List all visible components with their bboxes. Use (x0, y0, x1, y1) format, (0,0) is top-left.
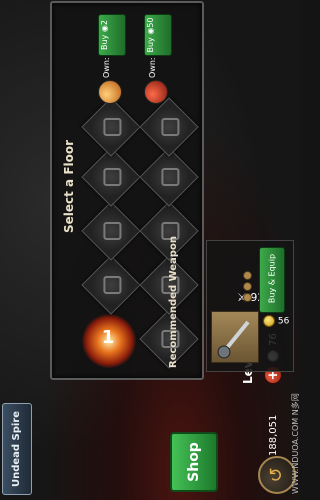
recommended-weapon-card: 56 ⚔ 92 Buy & Equip (206, 240, 294, 372)
weapon-thumbnail[interactable] (211, 311, 259, 363)
recommended-title: Recommended Weapon (168, 236, 179, 368)
star-icon (243, 293, 252, 302)
star-icon (243, 282, 252, 291)
lock-icon (161, 118, 180, 136)
potion-item-2: Own: 3 Buy ◉2 (94, 12, 152, 108)
potion-icon (98, 80, 122, 104)
star-icon (243, 271, 252, 280)
lock-icon (103, 276, 122, 294)
lock-icon (161, 168, 180, 186)
recommended-label-holder (205, 247, 225, 307)
weapon-price-value: 56 (277, 316, 290, 327)
location-tab[interactable]: Undead Spire (2, 403, 32, 495)
lock-icon (103, 168, 122, 186)
floor-tile-locked[interactable] (81, 255, 141, 315)
weapon-price: 56 (263, 315, 289, 327)
buy-potion-2-button[interactable]: Buy ◉2 (98, 14, 126, 56)
shop-button[interactable]: Shop (170, 432, 218, 492)
floor-1-active[interactable]: 1 (82, 314, 136, 368)
floor-number: 1 (101, 327, 115, 348)
buy-equip-label: Buy & Equip (267, 253, 277, 304)
weapon-icon (217, 320, 250, 359)
floor-tile-locked[interactable] (81, 201, 141, 261)
buy-equip-button[interactable]: Buy & Equip (259, 247, 285, 313)
lock-icon (103, 118, 122, 136)
floor-select-title: Select a Floor (62, 139, 76, 233)
back-arrow-icon: ↺ (266, 467, 287, 483)
coin-icon (263, 315, 275, 327)
shop-side-column: Own: 4 Buy ◉50 Own: 3 Buy ◉2 (52, 8, 198, 108)
floor-select-panel: Select a Floor 1 Own: 4 Buy ◉50 Own: 3 B… (50, 1, 204, 380)
weapon-stars (243, 271, 252, 302)
watermark: WWW.NDUOA.COM N多网 (291, 393, 300, 494)
lock-icon (103, 222, 122, 240)
gold-value: 188,051 (267, 414, 279, 456)
